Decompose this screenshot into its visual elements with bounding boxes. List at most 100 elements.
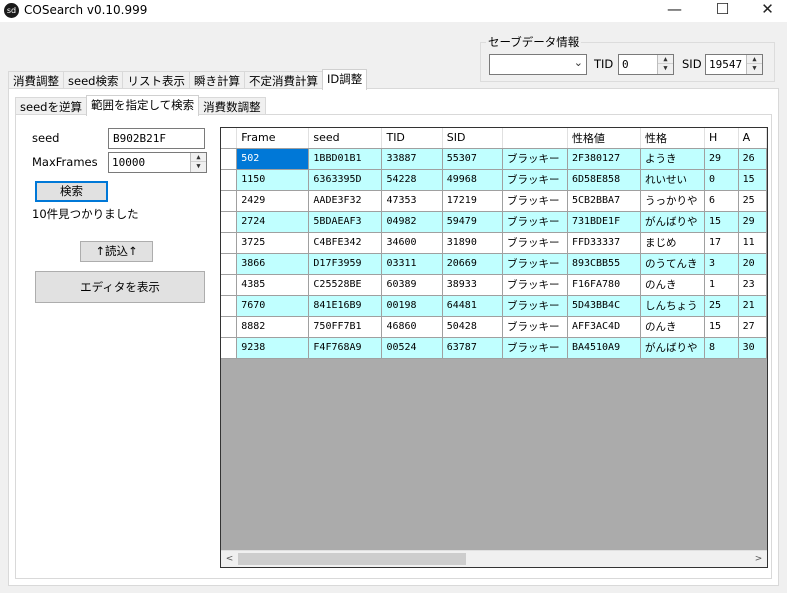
cell-pid[interactable]: F16FA780 xyxy=(567,274,642,296)
column-header-sid[interactable]: SID xyxy=(442,128,504,149)
cell-tid[interactable]: 00524 xyxy=(381,337,443,359)
column-header-tid[interactable]: TID xyxy=(381,128,443,149)
tab-consumption-adjust[interactable]: 消費調整 xyxy=(8,71,64,89)
cell-pid[interactable]: FFD33337 xyxy=(567,232,642,254)
cell-nature[interactable]: がんばりや xyxy=(640,337,706,359)
cell-pokemon[interactable]: ブラッキー xyxy=(502,169,568,191)
cell-a[interactable]: 30 xyxy=(738,337,767,359)
cell-pid[interactable]: 2F380127 xyxy=(567,148,642,170)
cell-seed[interactable]: D17F3959 xyxy=(308,253,383,275)
tab-indefinite-calc[interactable]: 不定消費計算 xyxy=(243,71,323,89)
cell-sid[interactable]: 38933 xyxy=(442,274,504,296)
cell-nature[interactable]: がんばりや xyxy=(640,211,706,233)
cell-a[interactable]: 29 xyxy=(738,211,767,233)
tab-seed-reverse[interactable]: seedを逆算 xyxy=(15,97,87,115)
tab-range-search[interactable]: 範囲を指定して検索 xyxy=(85,95,200,116)
cell-a[interactable]: 15 xyxy=(738,169,767,191)
spin-up-icon[interactable]: ▲ xyxy=(191,153,206,162)
tab-blink-calc[interactable]: 瞬き計算 xyxy=(188,71,245,89)
cell-pokemon[interactable]: ブラッキー xyxy=(502,316,568,338)
cell-sid[interactable]: 20669 xyxy=(442,253,504,275)
scroll-right-icon[interactable]: > xyxy=(750,552,767,567)
row-header[interactable] xyxy=(221,274,238,296)
column-header-pokemon[interactable] xyxy=(502,128,568,149)
sid-field[interactable]: 19547 ▲ ▼ xyxy=(705,54,763,75)
cell-nature[interactable]: うっかりや xyxy=(640,190,706,212)
cell-pokemon[interactable]: ブラッキー xyxy=(502,253,568,275)
row-header[interactable] xyxy=(221,253,238,275)
cell-h[interactable]: 0 xyxy=(704,169,739,191)
maximize-button[interactable]: ☐ xyxy=(700,0,745,22)
cell-a[interactable]: 23 xyxy=(738,274,767,296)
table-row[interactable]: 2724 5BDAEAF3 04982 59479 ブラッキー 731BDE1F… xyxy=(221,211,767,233)
cell-tid[interactable]: 33887 xyxy=(381,148,443,170)
spin-down-icon[interactable]: ▼ xyxy=(747,64,762,73)
cell-nature[interactable]: れいせい xyxy=(640,169,706,191)
column-header-pid[interactable]: 性格値 xyxy=(567,128,642,149)
cell-tid[interactable]: 60389 xyxy=(381,274,443,296)
cell-pid[interactable]: BA4510A9 xyxy=(567,337,642,359)
table-row[interactable]: 2429 AADE3F32 47353 17219 ブラッキー 5CB2BBA7… xyxy=(221,190,767,212)
cell-nature[interactable]: しんちょう xyxy=(640,295,706,317)
search-button[interactable]: 検索 xyxy=(35,181,108,202)
cell-sid[interactable]: 59479 xyxy=(442,211,504,233)
cell-a[interactable]: 20 xyxy=(738,253,767,275)
cell-sid[interactable]: 55307 xyxy=(442,148,504,170)
cell-pokemon[interactable]: ブラッキー xyxy=(502,211,568,233)
table-row[interactable]: 7670 841E16B9 00198 64481 ブラッキー 5D43BB4C… xyxy=(221,295,767,317)
cell-frame[interactable]: 8882 xyxy=(236,316,310,338)
cell-h[interactable]: 17 xyxy=(704,232,739,254)
cell-tid[interactable]: 46860 xyxy=(381,316,443,338)
table-row[interactable]: 9238 F4F768A9 00524 63787 ブラッキー BA4510A9… xyxy=(221,337,767,359)
row-header[interactable] xyxy=(221,211,238,233)
row-header[interactable] xyxy=(221,337,238,359)
cell-pid[interactable]: 893CBB55 xyxy=(567,253,642,275)
cell-h[interactable]: 25 xyxy=(704,295,739,317)
row-header[interactable] xyxy=(221,169,238,191)
spin-up-icon[interactable]: ▲ xyxy=(747,55,762,64)
column-header-frame[interactable]: Frame xyxy=(236,128,310,149)
cell-pid[interactable]: 6D58E858 xyxy=(567,169,642,191)
cell-seed[interactable]: C25528BE xyxy=(308,274,383,296)
cell-tid[interactable]: 47353 xyxy=(381,190,443,212)
cell-tid[interactable]: 00198 xyxy=(381,295,443,317)
horizontal-scrollbar[interactable]: < > xyxy=(221,550,767,567)
cell-pokemon[interactable]: ブラッキー xyxy=(502,148,568,170)
cell-pokemon[interactable]: ブラッキー xyxy=(502,190,568,212)
seed-input[interactable]: B902B21F xyxy=(108,128,205,149)
tab-list-view[interactable]: リスト表示 xyxy=(122,71,190,89)
cell-pid[interactable]: 5D43BB4C xyxy=(567,295,642,317)
cell-tid[interactable]: 54228 xyxy=(381,169,443,191)
cell-frame[interactable]: 4385 xyxy=(236,274,310,296)
row-header[interactable] xyxy=(221,148,238,170)
cell-seed[interactable]: 6363395D xyxy=(308,169,383,191)
tab-seed-search[interactable]: seed検索 xyxy=(63,71,124,89)
maxframes-field[interactable]: 10000 ▲ ▼ xyxy=(108,152,207,173)
row-header[interactable] xyxy=(221,190,238,212)
table-row[interactable]: 1150 6363395D 54228 49968 ブラッキー 6D58E858… xyxy=(221,169,767,191)
cell-sid[interactable]: 17219 xyxy=(442,190,504,212)
cell-sid[interactable]: 50428 xyxy=(442,316,504,338)
tid-field[interactable]: 0 ▲ ▼ xyxy=(618,54,674,75)
save-data-combo[interactable]: ⌄ xyxy=(489,54,587,75)
cell-seed[interactable]: 1BBD01B1 xyxy=(308,148,383,170)
table-row[interactable]: 3866 D17F3959 03311 20669 ブラッキー 893CBB55… xyxy=(221,253,767,275)
cell-h[interactable]: 6 xyxy=(704,190,739,212)
cell-frame[interactable]: 2724 xyxy=(236,211,310,233)
cell-pokemon[interactable]: ブラッキー xyxy=(502,295,568,317)
tab-id-adjust[interactable]: ID調整 xyxy=(321,69,368,90)
cell-frame[interactable]: 502 xyxy=(236,148,310,170)
cell-a[interactable]: 21 xyxy=(738,295,767,317)
column-header-a[interactable]: A xyxy=(738,128,767,149)
cell-frame[interactable]: 2429 xyxy=(236,190,310,212)
show-editor-button[interactable]: エディタを表示 xyxy=(35,271,205,303)
cell-frame[interactable]: 7670 xyxy=(236,295,310,317)
cell-a[interactable]: 27 xyxy=(738,316,767,338)
column-header-h[interactable]: H xyxy=(704,128,739,149)
cell-h[interactable]: 15 xyxy=(704,211,739,233)
cell-sid[interactable]: 31890 xyxy=(442,232,504,254)
cell-pid[interactable]: 5CB2BBA7 xyxy=(567,190,642,212)
load-button[interactable]: ↑読込↑ xyxy=(80,241,153,262)
cell-seed[interactable]: 5BDAEAF3 xyxy=(308,211,383,233)
cell-nature[interactable]: のんき xyxy=(640,316,706,338)
